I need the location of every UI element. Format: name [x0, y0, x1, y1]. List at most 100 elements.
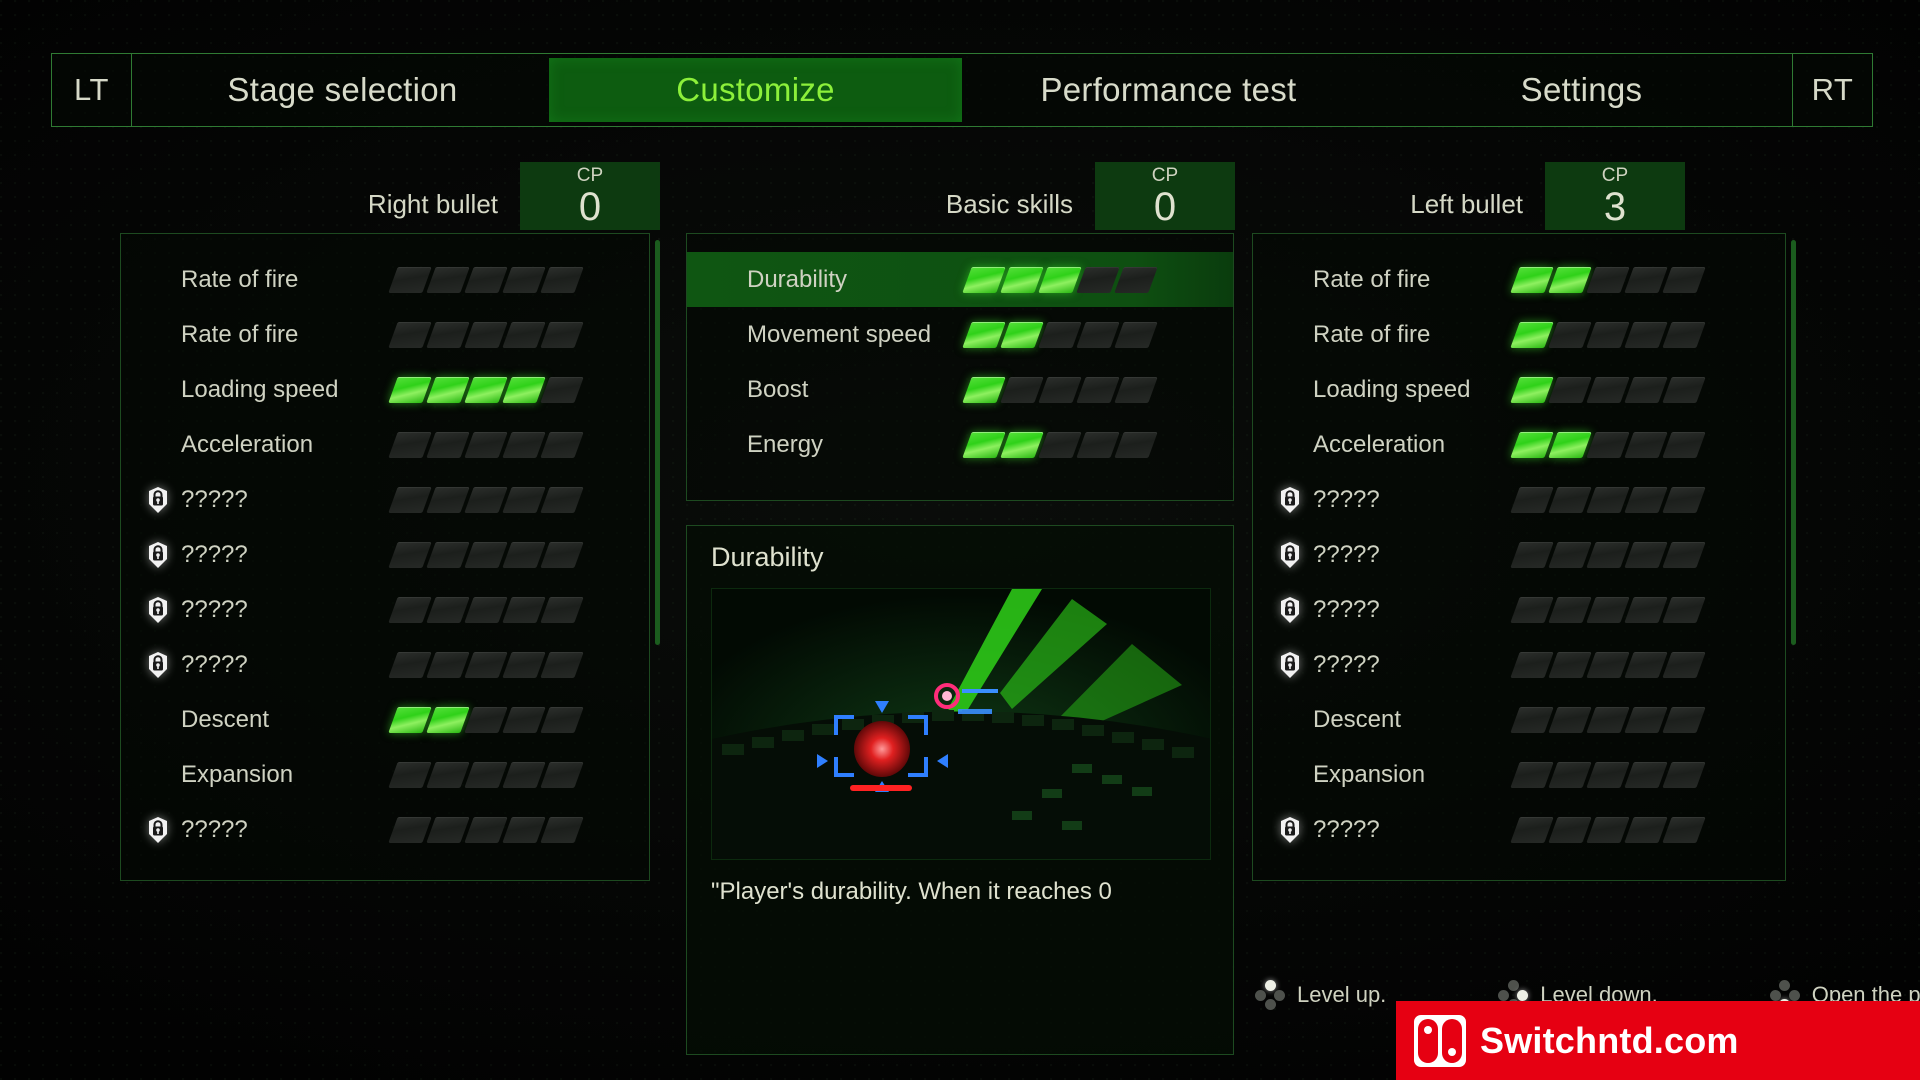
stat-level-bar	[388, 321, 584, 348]
stat-segment	[388, 651, 432, 678]
stat-label: Rate of fire	[181, 320, 299, 348]
basic-skills-stat-list: Durability Movement speed Boost Energy	[687, 234, 1233, 472]
stat-label: Rate of fire	[1313, 320, 1431, 348]
stat-segment	[1586, 376, 1630, 403]
stat-row[interactable]: Rate of fire	[121, 252, 649, 307]
stat-segment	[502, 816, 546, 843]
dpad-icon	[1255, 980, 1285, 1010]
stat-row[interactable]: Boost	[687, 362, 1233, 417]
stat-level-bar	[388, 486, 584, 513]
stat-row[interactable]: Movement speed	[687, 307, 1233, 362]
stat-row[interactable]: ?????	[1253, 637, 1785, 692]
stat-segment	[1510, 706, 1554, 733]
stat-segment	[502, 706, 546, 733]
cp-label: CP	[1601, 164, 1629, 186]
stat-row[interactable]: Rate of fire	[1253, 252, 1785, 307]
stat-segment	[540, 321, 584, 348]
stat-row[interactable]: Descent	[1253, 692, 1785, 747]
stat-segment	[1586, 541, 1630, 568]
stat-segment	[464, 321, 508, 348]
stat-level-bar	[1510, 761, 1706, 788]
stat-segment	[1510, 816, 1554, 843]
stat-segment	[464, 706, 508, 733]
stat-segment	[502, 651, 546, 678]
stat-segment	[1038, 376, 1082, 403]
stat-segment	[464, 486, 508, 513]
stat-segment	[540, 596, 584, 623]
stat-segment	[1076, 431, 1120, 458]
left-bullet-scrollbar[interactable]	[1791, 240, 1796, 645]
stat-segment	[1624, 651, 1668, 678]
stat-segment	[540, 376, 584, 403]
stat-row[interactable]: ?????	[121, 802, 649, 857]
switch-logo-icon	[1414, 1014, 1466, 1067]
stat-segment	[1510, 376, 1554, 403]
gameplay-preview-art	[712, 589, 1210, 859]
stat-label: ?????	[181, 485, 248, 513]
stat-row[interactable]: ?????	[121, 582, 649, 637]
stat-level-bar	[1510, 321, 1706, 348]
stat-label: Loading speed	[1313, 375, 1471, 403]
stat-row[interactable]: ?????	[121, 472, 649, 527]
stat-label: Expansion	[1313, 760, 1426, 788]
stat-segment	[502, 761, 546, 788]
stat-row[interactable]: ?????	[121, 527, 649, 582]
stat-row[interactable]: ?????	[121, 637, 649, 692]
nav-tab-stage-selection[interactable]: Stage selection	[136, 58, 549, 122]
skill-detail-panel: Durability "Player's durability. When it…	[686, 525, 1234, 1055]
stat-row[interactable]: Loading speed	[121, 362, 649, 417]
stat-segment	[1510, 266, 1554, 293]
stat-level-bar	[962, 431, 1158, 458]
stat-segment	[1510, 596, 1554, 623]
stat-row[interactable]: Acceleration	[121, 417, 649, 472]
nav-tab-performance-test[interactable]: Performance test	[962, 58, 1375, 122]
stat-segment	[426, 541, 470, 568]
stat-row[interactable]: Expansion	[121, 747, 649, 802]
stat-row[interactable]: ?????	[1253, 582, 1785, 637]
stat-segment	[1586, 321, 1630, 348]
stat-level-bar	[962, 266, 1158, 293]
stat-level-bar	[962, 376, 1158, 403]
stat-label: Acceleration	[1313, 430, 1446, 458]
stat-segment	[1662, 706, 1706, 733]
stat-row[interactable]: ?????	[1253, 472, 1785, 527]
nav-tab-settings[interactable]: Settings	[1375, 58, 1788, 122]
lock-icon	[1275, 485, 1305, 515]
lock-icon	[1275, 540, 1305, 570]
stat-segment	[426, 266, 470, 293]
stat-segment	[540, 541, 584, 568]
stat-segment	[1548, 816, 1592, 843]
left-bullet-stat-list: Rate of fire Rate of fire Loading speed Acc…	[1253, 234, 1785, 857]
stat-segment	[1510, 651, 1554, 678]
stat-segment	[388, 431, 432, 458]
right-trigger-button[interactable]: RT	[1792, 54, 1872, 126]
stat-segment	[464, 816, 508, 843]
stat-row[interactable]: Acceleration	[1253, 417, 1785, 472]
stat-level-bar	[1510, 486, 1706, 513]
stat-segment	[1662, 266, 1706, 293]
right-bullet-scrollbar[interactable]	[655, 240, 660, 645]
stat-segment	[388, 376, 432, 403]
stat-level-bar	[388, 761, 584, 788]
left-trigger-button[interactable]: LT	[52, 54, 132, 126]
stat-row[interactable]: Loading speed	[1253, 362, 1785, 417]
watermark-text: Switchntd.com	[1480, 1019, 1739, 1061]
stat-segment	[540, 651, 584, 678]
stat-segment	[426, 651, 470, 678]
stat-row[interactable]: Rate of fire	[121, 307, 649, 362]
stat-segment	[962, 266, 1006, 293]
stat-row[interactable]: Rate of fire	[1253, 307, 1785, 362]
stat-segment	[1548, 541, 1592, 568]
stat-row[interactable]: ?????	[1253, 527, 1785, 582]
stat-segment	[426, 761, 470, 788]
stat-row[interactable]: ?????	[1253, 802, 1785, 857]
stat-level-bar	[388, 431, 584, 458]
stat-row[interactable]: Descent	[121, 692, 649, 747]
nav-tab-customize[interactable]: Customize	[549, 58, 962, 122]
stat-level-bar	[388, 706, 584, 733]
stat-level-bar	[388, 651, 584, 678]
stat-segment	[388, 541, 432, 568]
stat-row[interactable]: Expansion	[1253, 747, 1785, 802]
stat-row[interactable]: Energy	[687, 417, 1233, 472]
stat-row[interactable]: Durability	[687, 252, 1233, 307]
